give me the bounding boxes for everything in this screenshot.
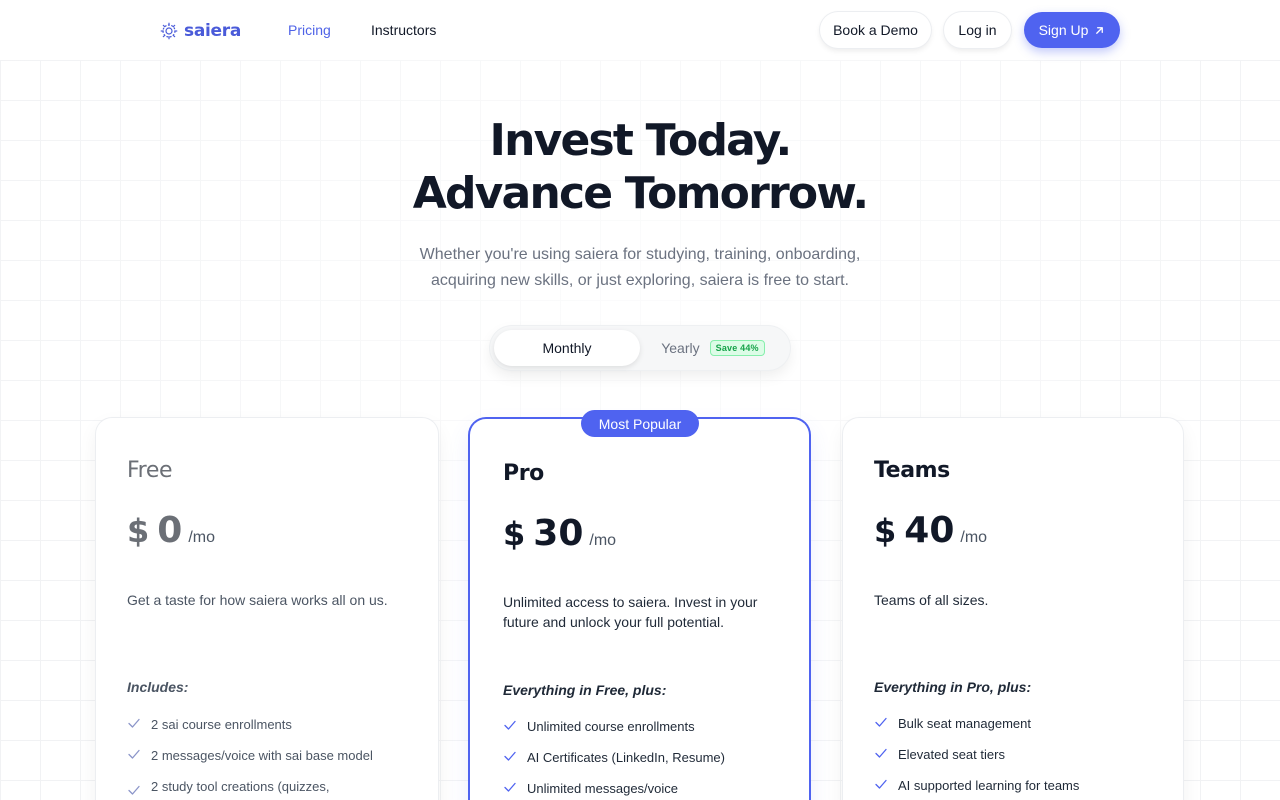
feature-text: Bulk seat management [898,716,1031,731]
includes-label: Everything in Pro, plus: [874,679,1032,695]
login-button[interactable]: Log in [944,12,1011,48]
signup-label: Sign Up [1038,22,1089,38]
plan-card-free: Free $ 0 /mo Get a taste for how saiera … [96,418,438,800]
login-label: Log in [958,22,997,38]
logo[interactable]: saiera [160,19,241,43]
title-line-2: Advance Tomorrow. [412,168,869,219]
feature-text: Unlimited course enrollments [527,719,695,734]
includes-label: Everything in Free, plus: [503,682,667,698]
logo-icon [160,22,178,40]
check-icon [875,717,887,727]
price-period: /mo [188,529,215,546]
feature-item: Bulk seat management [874,714,1164,733]
price-currency: $ [127,512,150,550]
plan-description: Get a taste for how saiera works all on … [127,592,388,608]
subtitle-line-2: acquiring new skills, or just exploring,… [431,272,849,289]
most-popular-badge: Most Popular [581,410,699,437]
feature-text: 2 study tool creations (quizzes, [151,779,330,794]
check-icon [875,779,887,789]
subtitle-line-1: Whether you're using saiera for studying… [419,246,861,263]
price-amount: 0 [157,510,183,551]
feature-list: Bulk seat management Elevated seat tiers… [874,714,1164,800]
save-badge: Save 44% [709,340,765,356]
check-icon [504,751,516,761]
price-amount: 40 [904,510,955,551]
toggle-yearly[interactable]: Yearly Save 44% [640,330,786,366]
feature-item: 2 messages/voice with sai base model [127,746,417,765]
plan-description: Teams of all sizes. [874,592,989,608]
plan-price: $ 30 /mo [503,513,616,554]
title-line-1: Invest Today. [489,115,793,166]
feature-list: Unlimited course enrollments AI Certific… [503,717,793,800]
price-currency: $ [874,512,897,550]
plan-description: Unlimited access to saiera. Invest in yo… [503,594,758,630]
feature-item: Elevated seat tiers [874,745,1164,764]
feature-item: Unlimited course enrollments [503,717,793,736]
arrow-up-right-icon [1096,26,1104,34]
price-amount: 30 [533,513,584,554]
plan-name: Pro [503,461,544,486]
check-icon [128,718,140,728]
feature-item: 2 study tool creations (quizzes, [127,777,417,797]
feature-list: 2 sai course enrollments 2 messages/voic… [127,715,417,800]
plan-name: Free [127,458,173,483]
plan-price: $ 0 /mo [127,510,215,551]
includes-label: Includes: [127,679,189,695]
feature-item: AI supported learning for teams [874,776,1164,795]
book-demo-button[interactable]: Book a Demo [820,12,931,48]
feature-item: Unlimited messages/voice [503,779,793,798]
signup-button[interactable]: Sign Up [1024,12,1120,48]
plan-card-teams: Teams $ 40 /mo Teams of all sizes. Every… [843,418,1183,800]
logo-text: saiera [184,21,242,41]
feature-item: 2 sai course enrollments [127,715,417,734]
billing-toggle: Monthly Yearly Save 44% [490,326,790,370]
page-subtitle: Whether you're using saiera for studying… [390,242,890,294]
price-currency: $ [503,515,526,553]
toggle-yearly-label: Yearly [661,340,700,356]
plan-card-pro: Most Popular Pro $ 30 /mo Unlimited acce… [470,410,809,800]
feature-text: Unlimited messages/voice [527,781,679,796]
check-icon [504,782,516,792]
feature-text: Elevated seat tiers [898,747,1005,762]
check-icon [128,749,140,759]
price-period: /mo [589,532,617,549]
feature-text: AI Certificates (LinkedIn, Resume) [527,750,725,765]
check-icon [504,720,516,730]
feature-text: 2 sai course enrollments [151,717,292,732]
check-icon [875,748,887,758]
nav-pricing[interactable]: Pricing [288,22,331,38]
site-header: saiera Pricing Instructors Book a Demo L… [0,0,1280,60]
feature-text: 2 messages/voice with sai base model [151,748,373,763]
plan-price: $ 40 /mo [874,510,987,551]
nav-instructors[interactable]: Instructors [371,22,436,38]
toggle-monthly-label: Monthly [542,340,592,356]
plan-name: Teams [874,458,950,483]
book-demo-label: Book a Demo [833,22,918,38]
toggle-monthly[interactable]: Monthly [494,330,640,366]
check-icon [128,785,140,795]
feature-item: AI Certificates (LinkedIn, Resume) [503,748,793,767]
price-period: /mo [960,529,988,546]
page-title: Invest Today. Advance Tomorrow. [0,114,1280,220]
feature-text: AI supported learning for teams [898,778,1080,793]
